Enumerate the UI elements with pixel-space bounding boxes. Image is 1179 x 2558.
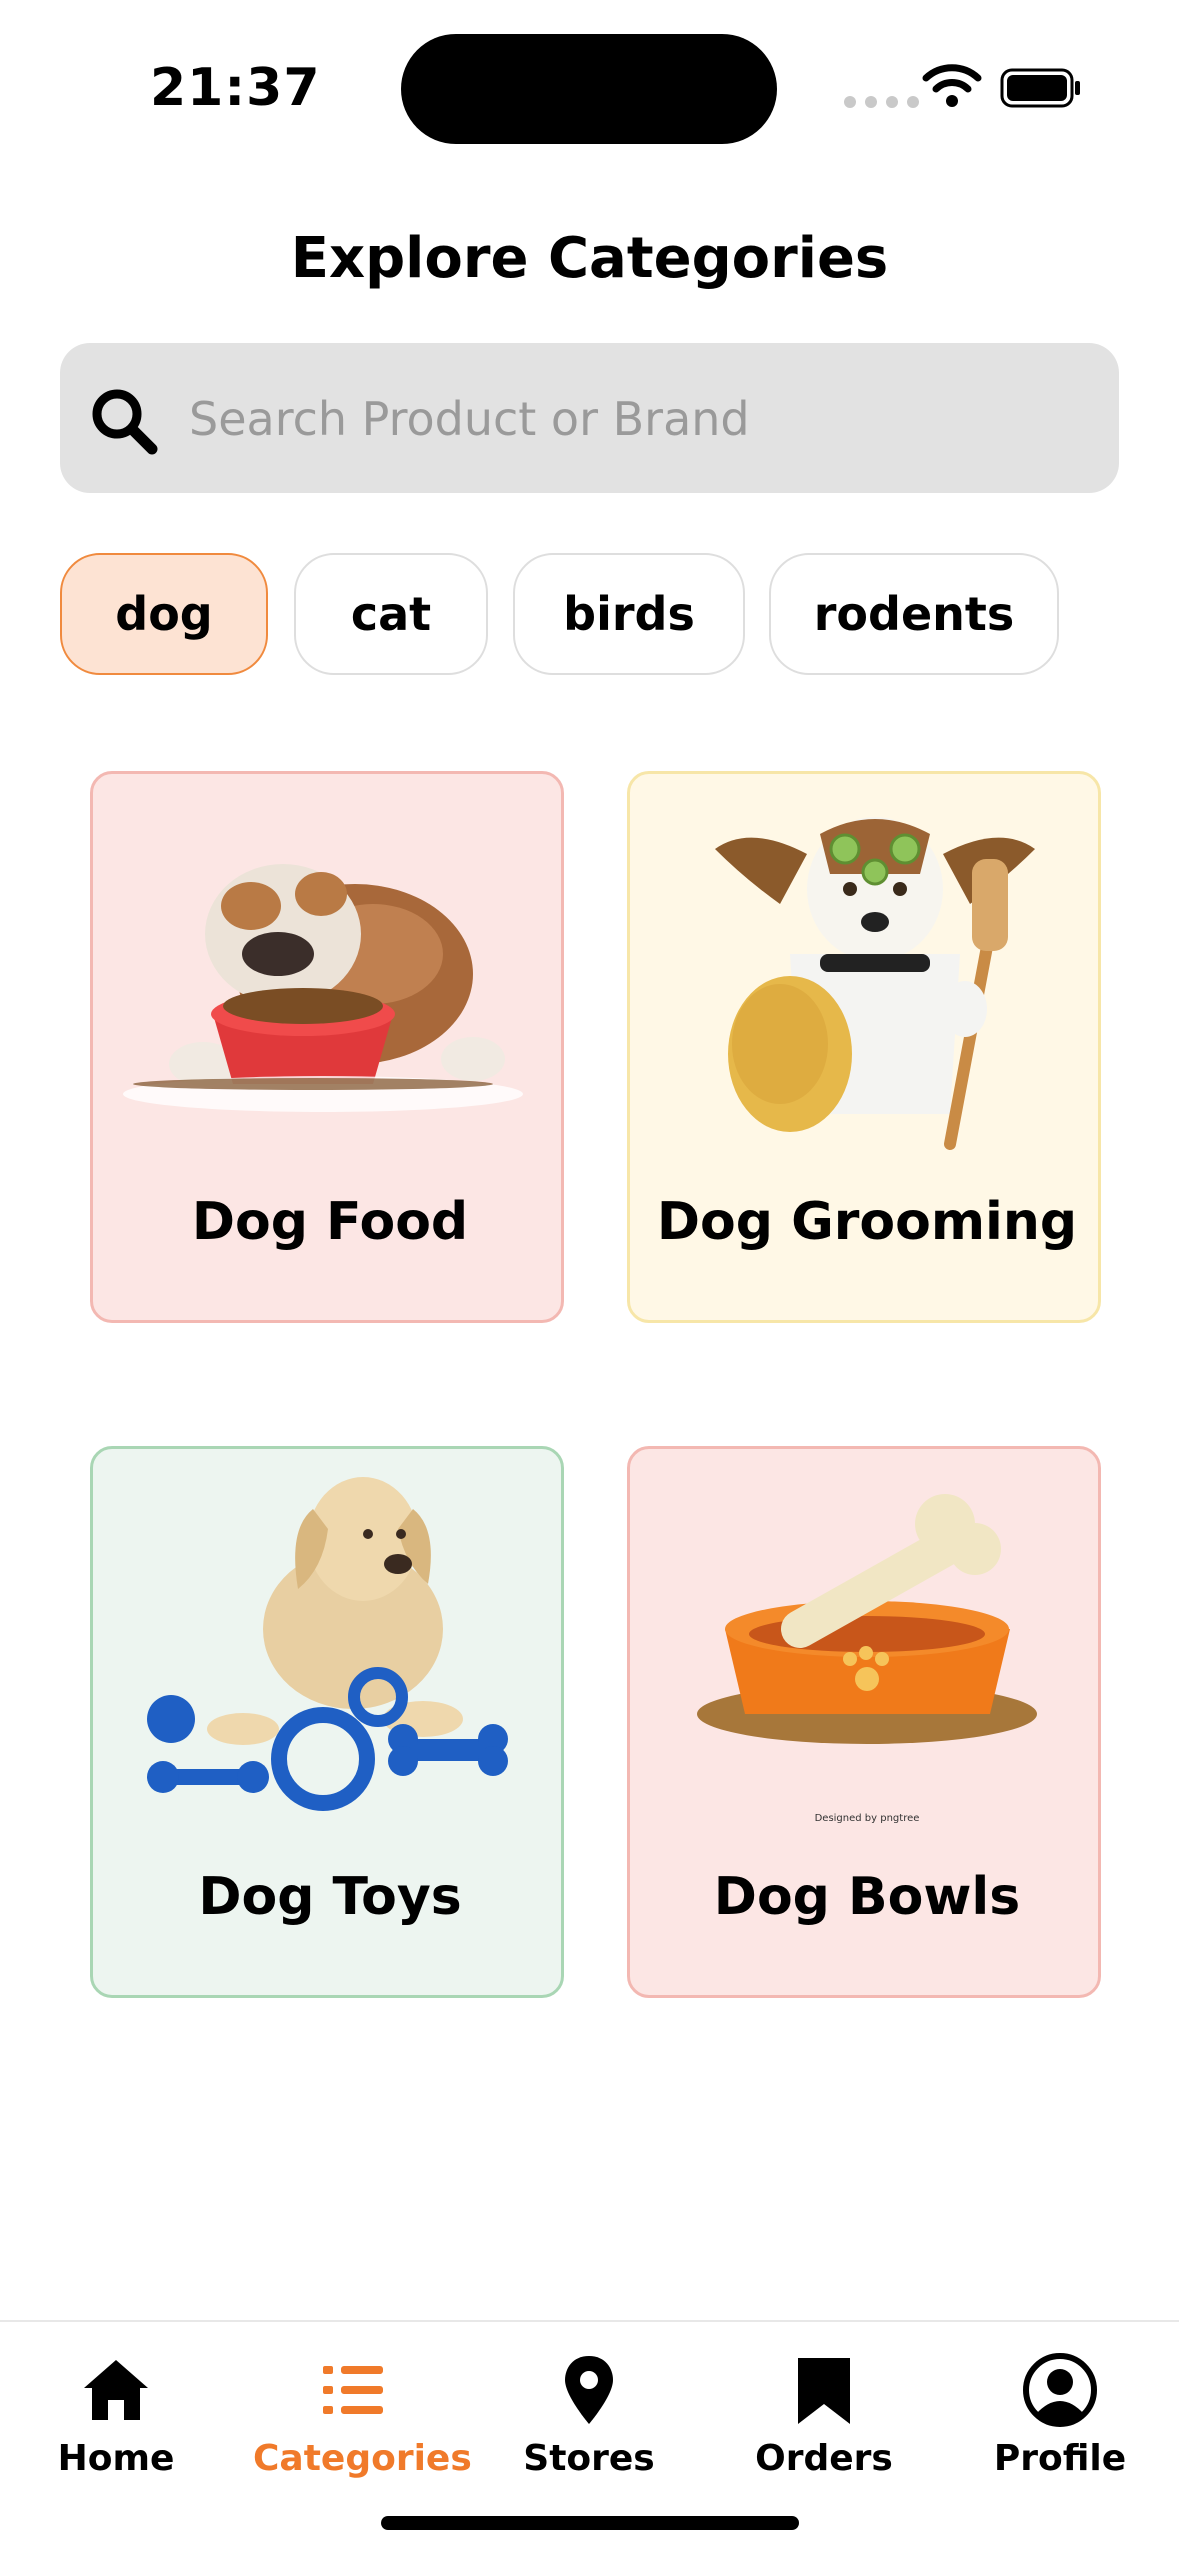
list-icon <box>323 2366 383 2414</box>
cellular-signal-icon <box>844 96 919 108</box>
tab-orders[interactable]: Orders <box>724 2352 924 2479</box>
search-input[interactable] <box>187 373 1091 465</box>
search-icon <box>92 389 158 455</box>
tab-categories[interactable]: Categories <box>253 2352 472 2479</box>
tab-profile[interactable]: Profile <box>960 2352 1160 2479</box>
tab-home[interactable]: Home <box>16 2352 216 2479</box>
search-bar[interactable] <box>60 343 1119 493</box>
dog-bowl-image: Designed by pngtree <box>697 1494 1037 1824</box>
home-icon <box>84 2360 148 2420</box>
category-label: Dog Grooming <box>656 1192 1078 1252</box>
dynamic-island <box>401 34 777 144</box>
dog-grooming-image <box>715 817 1035 1150</box>
wifi-icon <box>922 64 982 107</box>
chip-cat[interactable]: cat <box>294 553 488 675</box>
bookmark-icon <box>798 2358 850 2424</box>
category-card-dog-bowls[interactable]: Designed by pngtree Dog Bowls <box>627 1446 1101 1998</box>
category-card-dog-toys[interactable]: Dog Toys <box>90 1446 564 1998</box>
dog-toys-image <box>147 1477 508 1811</box>
bulldog-food-image <box>123 864 523 1112</box>
page-title: Explore Categories <box>290 226 889 291</box>
category-card-dog-food[interactable]: Dog Food <box>90 771 564 1323</box>
category-label: Dog Food <box>191 1192 469 1252</box>
user-circle-icon <box>1023 2353 1097 2427</box>
home-indicator[interactable] <box>381 2516 799 2530</box>
chip-birds[interactable]: birds <box>513 553 745 675</box>
chip-dog[interactable]: dog <box>60 553 268 675</box>
status-time: 21:37 <box>150 58 321 118</box>
category-label: Dog Toys <box>198 1867 462 1927</box>
category-label: Dog Bowls <box>713 1867 1021 1927</box>
chip-rodents[interactable]: rodents <box>769 553 1059 675</box>
location-pin-icon <box>565 2356 613 2424</box>
svg-text:Designed by pngtree: Designed by pngtree <box>815 1813 920 1824</box>
tab-stores[interactable]: Stores <box>489 2352 689 2479</box>
category-card-dog-grooming[interactable]: Dog Grooming <box>627 771 1101 1323</box>
battery-icon <box>1000 68 1080 108</box>
